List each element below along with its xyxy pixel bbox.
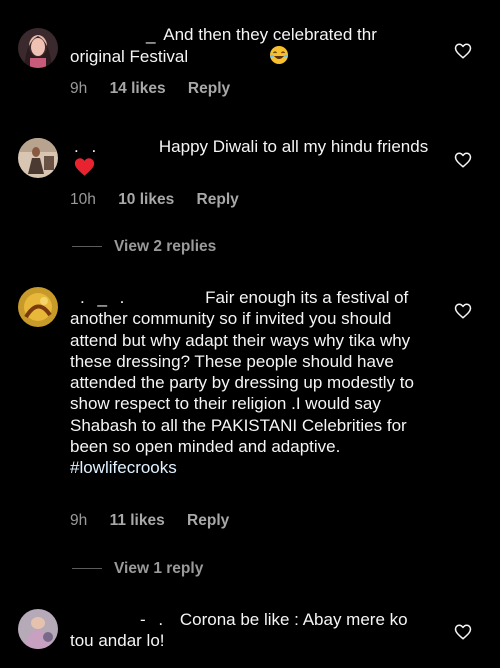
comment-text: - . Corona be like : Abay mere ko tou an… bbox=[70, 609, 435, 652]
comment-time: 9h bbox=[70, 512, 88, 529]
comment-body: Happy Diwali to all my hindu friends bbox=[158, 137, 429, 156]
heart-outline-icon[interactable] bbox=[454, 623, 472, 641]
comment-username[interactable]: _ bbox=[146, 25, 159, 44]
comment-meta: 9h 11 likes Reply bbox=[70, 512, 229, 530]
avatar[interactable] bbox=[18, 287, 58, 327]
comment-username[interactable]: . . bbox=[74, 137, 100, 156]
comment-meta: 9h 14 likes Reply bbox=[70, 80, 230, 98]
red-heart-emoji-icon bbox=[70, 157, 95, 182]
comment-text: . _ . Fair enough its a festival of anot… bbox=[70, 287, 435, 479]
heart-outline-icon[interactable] bbox=[454, 151, 472, 169]
reply-button[interactable]: Reply bbox=[197, 191, 239, 209]
avatar[interactable] bbox=[18, 609, 58, 649]
heart-outline-icon[interactable] bbox=[454, 42, 472, 60]
reply-button[interactable]: Reply bbox=[188, 80, 230, 98]
view-replies-label: View 1 reply bbox=[114, 560, 204, 577]
view-replies-button[interactable]: View 2 replies bbox=[72, 238, 216, 256]
likes-count[interactable]: 10 likes bbox=[118, 191, 174, 209]
heart-outline-icon[interactable] bbox=[454, 302, 472, 320]
avatar[interactable] bbox=[18, 28, 58, 68]
comment-time: 10h bbox=[70, 191, 96, 208]
comment-text: . . Happy Diwali to all my hindu friends bbox=[70, 136, 435, 183]
comment-text: _ And then they celebrated thr original … bbox=[70, 24, 435, 71]
likes-count[interactable]: 14 likes bbox=[110, 80, 166, 98]
comment-meta: 10h 10 likes Reply bbox=[70, 191, 239, 209]
comment-body: Fair enough its a festival of another co… bbox=[70, 288, 414, 457]
divider bbox=[72, 568, 102, 570]
divider bbox=[72, 246, 102, 248]
likes-count[interactable]: 11 likes bbox=[110, 512, 165, 530]
comment-username[interactable]: - . bbox=[140, 610, 167, 629]
view-replies-label: View 2 replies bbox=[114, 238, 217, 255]
comment-username[interactable]: . _ . bbox=[80, 288, 128, 307]
reply-button[interactable]: Reply bbox=[187, 512, 229, 530]
view-replies-button[interactable]: View 1 reply bbox=[72, 560, 203, 578]
comment-time: 9h bbox=[70, 80, 88, 97]
hashtag-link[interactable]: #lowlifecrooks bbox=[70, 458, 177, 477]
avatar[interactable] bbox=[18, 138, 58, 178]
comment-body: Corona be like : Abay mere ko tou andar … bbox=[70, 610, 408, 651]
laughing-tears-emoji-icon bbox=[193, 45, 289, 70]
